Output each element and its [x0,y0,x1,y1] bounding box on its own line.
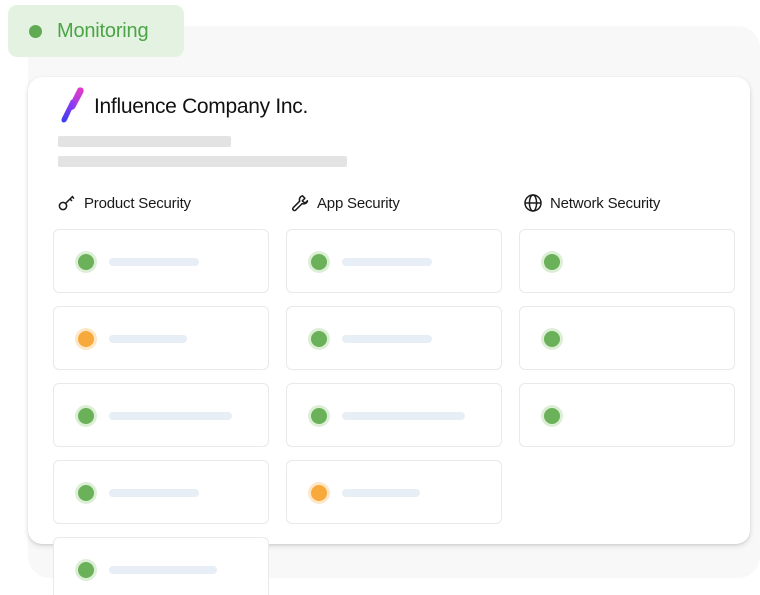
column-label: Network Security [550,194,661,212]
status-ok-icon [544,254,560,270]
status-ok-icon [78,408,94,424]
monitoring-illustration: Monitoring Influence Company Inc. Produc… [0,0,760,595]
status-warning-icon [311,485,327,501]
placeholder-bar [109,258,199,266]
status-ok-icon [78,485,94,501]
status-ok-icon [78,254,94,270]
key-icon [57,193,77,213]
column-header-network-security: Network Security [523,192,660,214]
check-tile [286,306,502,370]
status-warning-icon [78,331,94,347]
status-ok-icon [78,562,94,578]
placeholder-bar [109,489,199,497]
placeholder-bar [109,335,187,343]
company-logo-icon [61,87,84,123]
check-tile [53,537,269,595]
check-tile [286,460,502,524]
status-ok-icon [311,254,327,270]
check-tile [53,229,269,293]
check-tile [53,383,269,447]
column-label: Product Security [84,194,191,212]
check-tile [53,306,269,370]
company-name: Influence Company Inc. [94,95,309,118]
check-tile [53,460,269,524]
globe-icon [523,193,543,213]
placeholder-line [58,156,347,167]
column-header-app-security: App Security [290,192,400,214]
status-dot-icon [29,24,42,38]
monitoring-label: Monitoring [57,19,149,42]
check-tile [519,306,735,370]
wrench-icon [290,193,310,213]
placeholder-bar [342,412,465,420]
check-tile [519,383,735,447]
check-tile [286,383,502,447]
column-label: App Security [317,194,400,212]
placeholder-line [58,136,231,147]
placeholder-bar [342,258,432,266]
status-ok-icon [311,331,327,347]
monitoring-badge: Monitoring [8,5,184,57]
placeholder-bar [109,566,217,574]
check-tile [519,229,735,293]
placeholder-bar [342,335,432,343]
status-ok-icon [311,408,327,424]
status-ok-icon [544,331,560,347]
placeholder-bar [109,412,232,420]
placeholder-bar [342,489,420,497]
column-header-product-security: Product Security [57,192,191,214]
check-tile [286,229,502,293]
status-ok-icon [544,408,560,424]
